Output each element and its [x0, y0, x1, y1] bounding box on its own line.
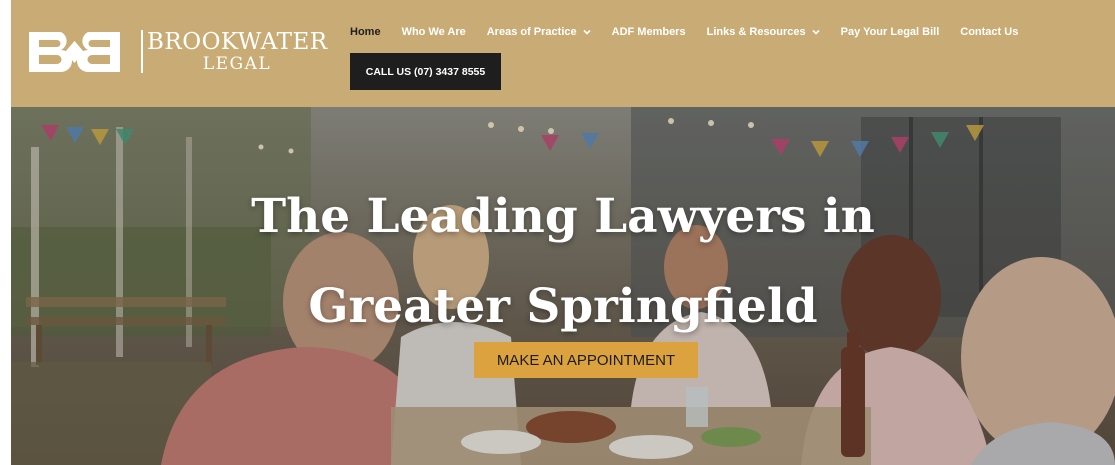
nav-contact-us[interactable]: Contact Us — [960, 26, 1018, 38]
logo-subname: LEGAL — [202, 54, 272, 74]
nav-pay-legal-bill[interactable]: Pay Your Legal Bill — [841, 26, 940, 38]
nav-adf-members[interactable]: ADF Members — [612, 26, 686, 38]
nav-who-we-are[interactable]: Who We Are — [402, 26, 466, 38]
nav-areas-of-practice[interactable]: Areas of Practice — [487, 26, 591, 38]
logo-name: BROOKWATER — [147, 29, 328, 55]
call-us-button[interactable]: CALL US (07) 3437 8555 — [350, 53, 501, 90]
nav-label: Areas of Practice — [486, 26, 577, 38]
nav-label: Contact Us — [960, 26, 1019, 38]
nav-label: Links & Resources — [706, 26, 806, 38]
nav-label: Home — [350, 26, 381, 38]
nav-label: ADF Members — [611, 26, 686, 38]
nav-home[interactable]: Home — [350, 26, 381, 38]
chevron-down-icon — [583, 29, 591, 35]
logo-divider — [141, 30, 143, 73]
make-appointment-button[interactable]: MAKE AN APPOINTMENT — [474, 342, 698, 378]
hero-heading: The Leading Lawyers in Greater Springfie… — [11, 172, 1115, 352]
logo-wordmark[interactable]: BROOKWATER LEGAL — [147, 31, 327, 73]
hero-banner: The Leading Lawyers in Greater Springfie… — [11, 107, 1115, 465]
nav-label: Who We Are — [401, 26, 466, 38]
hero-heading-line2: Greater Springfield — [308, 279, 818, 335]
site-header: BROOKWATER LEGAL Home Who We Are Areas o… — [11, 0, 1115, 107]
nav-links-resources[interactable]: Links & Resources — [707, 26, 820, 38]
bb-monogram-icon[interactable] — [27, 30, 122, 74]
main-nav: Home Who We Are Areas of Practice ADF Me… — [350, 26, 1039, 38]
nav-label: Pay Your Legal Bill — [840, 26, 940, 38]
hero-heading-line1: The Leading Lawyers in — [251, 189, 875, 245]
chevron-down-icon — [812, 29, 820, 35]
